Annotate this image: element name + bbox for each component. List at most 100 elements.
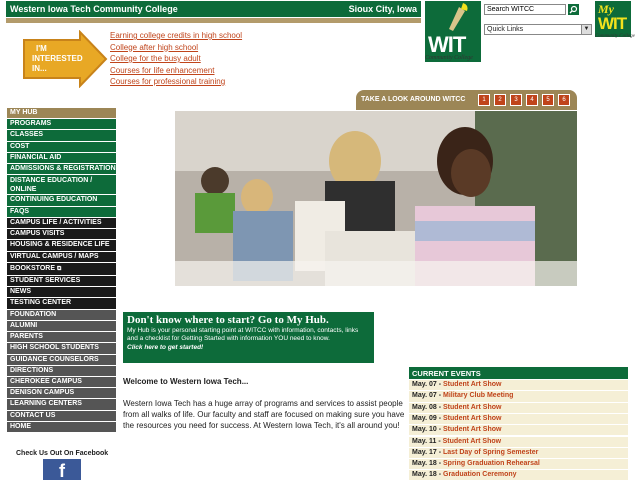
mywit-wit-text: WIT [598,14,627,33]
facebook-label: Check Us Out On Facebook [16,450,109,457]
event-link[interactable]: Spring Graduation Rehearsal [443,460,540,467]
event-link[interactable]: Student Art Show [443,426,501,433]
wit-logo[interactable]: WIT [425,1,481,62]
nav-programs[interactable]: PROGRAMS [7,119,116,130]
slide-button-3[interactable]: 3 [510,94,522,106]
nav-continuing-education[interactable]: CONTINUING EDUCATION [7,195,116,206]
nav-campus-visits[interactable]: CAMPUS VISITS [7,229,116,240]
event-date: May. 08 - [412,403,442,411]
nav-news[interactable]: NEWS [7,287,116,298]
nav-admissions[interactable]: ADMISSIONS & REGISTRATION [7,164,116,175]
interested-arrow-graphic: I'M INTERESTED IN... [23,30,108,88]
nav-bookstore-label: BOOKSTORE [10,264,55,272]
slide-button-5[interactable]: 5 [542,94,554,106]
slide-button-6[interactable]: 6 [558,94,570,106]
mywit-logo[interactable]: My WIT [595,1,631,37]
slide-button-1[interactable]: 1 [478,94,490,106]
facebook-icon[interactable]: f [43,459,81,480]
event-date: May. 10 - [412,426,442,434]
nav-faqs[interactable]: FAQS [7,206,116,217]
search-icon [569,5,578,14]
nav-home[interactable]: HOME [7,421,116,433]
search-area [484,4,579,15]
event-date: May. 18 - [412,460,442,468]
event-date: May. 11 - [412,437,441,445]
event-link[interactable]: Student Art Show [443,415,501,422]
event-date: May. 18 - [412,471,442,479]
search-input[interactable] [484,4,566,15]
nav-directions[interactable]: DIRECTIONS [7,365,116,376]
event-item: May. 18 - Graduation Ceremony [409,470,628,480]
quick-links-select[interactable]: Quick Links ▼ [484,24,592,35]
college-name: Western Iowa Tech Community College [10,4,178,14]
search-button[interactable] [568,4,579,15]
nav-testing-center[interactable]: TESTING CENTER [7,298,116,309]
interested-line3: IN... [32,64,47,73]
nav-housing[interactable]: HOUSING & RESIDENCE LIFE [7,240,116,251]
nav-learning-centers[interactable]: LEARNING CENTERS [7,399,116,410]
nav-my-hub[interactable]: MY HUB [7,108,116,119]
nav-financial-aid[interactable]: FINANCIAL AID [7,152,116,164]
event-item: May. 10 - Student Art Show [409,425,628,436]
my-hub-banner[interactable]: Don't know where to start? Go to My Hub.… [123,312,374,363]
events-header: CURRENT EVENTS [409,367,628,379]
chevron-down-icon: ▼ [581,25,591,34]
location-text: Sioux City, Iowa [348,4,417,14]
slideshow-pager: 1 2 3 4 5 6 [478,94,570,106]
nav-classes[interactable]: CLASSES [7,130,116,141]
nav-high-school-students[interactable]: HIGH SCHOOL STUDENTS [7,343,116,354]
nav-bookstore[interactable]: BOOKSTORE ⧉ [7,262,116,275]
event-link[interactable]: Graduation Ceremony [443,471,517,478]
welcome-title: Welcome to Western Iowa Tech... [123,377,249,386]
classroom-photo [175,111,577,286]
nav-contact-us[interactable]: CONTACT US [7,410,116,421]
banner-headline: Don't know where to start? Go to My Hub. [127,314,329,326]
classroom-photo-graphic [175,111,577,286]
event-link[interactable]: Last Day of Spring Semester [443,449,538,456]
quick-links-label: Quick Links [487,26,524,33]
event-link[interactable]: Military Club Meeting [443,392,513,399]
event-link[interactable]: Student Art Show [443,381,501,388]
look-around-label: TAKE A LOOK AROUND WITCC [361,96,466,103]
header-divider [6,18,421,23]
nav-student-services[interactable]: STUDENT SERVICES [7,275,116,287]
nav-cherokee-campus[interactable]: CHEROKEE CAMPUS [7,377,116,388]
welcome-body: Western Iowa Tech has a huge array of pr… [123,399,405,430]
event-item: May. 08 - Student Art Show [409,402,628,413]
external-link-icon: ⧉ [56,265,62,272]
nav-alumni[interactable]: ALUMNI [7,320,116,332]
interest-link-life-enhancement[interactable]: Courses for life enhancement [110,65,242,77]
nav-campus-life[interactable]: CAMPUS LIFE / ACTIVITIES [7,217,116,229]
interest-link-professional-training[interactable]: Courses for professional training [110,76,242,88]
nav-foundation[interactable]: FOUNDATION [7,309,116,320]
nav-parents[interactable]: PARENTS [7,332,116,343]
nav-denison-campus[interactable]: DENISON CAMPUS [7,388,116,399]
interested-line2: INTERESTED [32,54,83,63]
interest-link-credits-high-school[interactable]: Earning college credits in high school [110,30,242,42]
main-nav: MY HUB PROGRAMS CLASSES COST FINANCIAL A… [7,108,116,433]
event-date: May. 07 - [412,392,442,400]
event-link[interactable]: Student Art Show [443,438,501,445]
event-item: May. 09 - Student Art Show [409,413,628,425]
banner-cta: Click here to get started! [127,344,204,351]
interest-links: Earning college credits in high school C… [110,30,242,88]
banner-body: My Hub is your personal starting point a… [127,327,359,342]
logo-subtitle: Community College [425,55,473,61]
slide-button-4[interactable]: 4 [526,94,538,106]
interested-line1: I'M [36,44,47,53]
header-bar: Western Iowa Tech Community College Siou… [6,1,421,17]
interest-link-busy-adult[interactable]: College for the busy adult [110,53,242,65]
event-item: May. 07 - Military Club Meeting [409,391,628,402]
event-date: May. 07 - [412,381,442,389]
event-link[interactable]: Student Art Show [443,404,501,411]
mywit-subtitle: Community College [595,34,635,39]
current-events: CURRENT EVENTS May. 07 - Student Art Sho… [409,367,628,480]
interest-link-after-high-school[interactable]: College after high school [110,42,242,54]
nav-guidance-counselors[interactable]: GUIDANCE COUNSELORS [7,354,116,365]
nav-virtual-campus[interactable]: VIRTUAL CAMPUS / MAPS [7,251,116,262]
event-item: May. 07 - Student Art Show [409,380,628,391]
nav-cost[interactable]: COST [7,141,116,152]
event-date: May. 09 - [412,414,442,422]
slide-button-2[interactable]: 2 [494,94,506,106]
nav-distance-education[interactable]: DISTANCE EDUCATION / ONLINE [7,175,116,195]
